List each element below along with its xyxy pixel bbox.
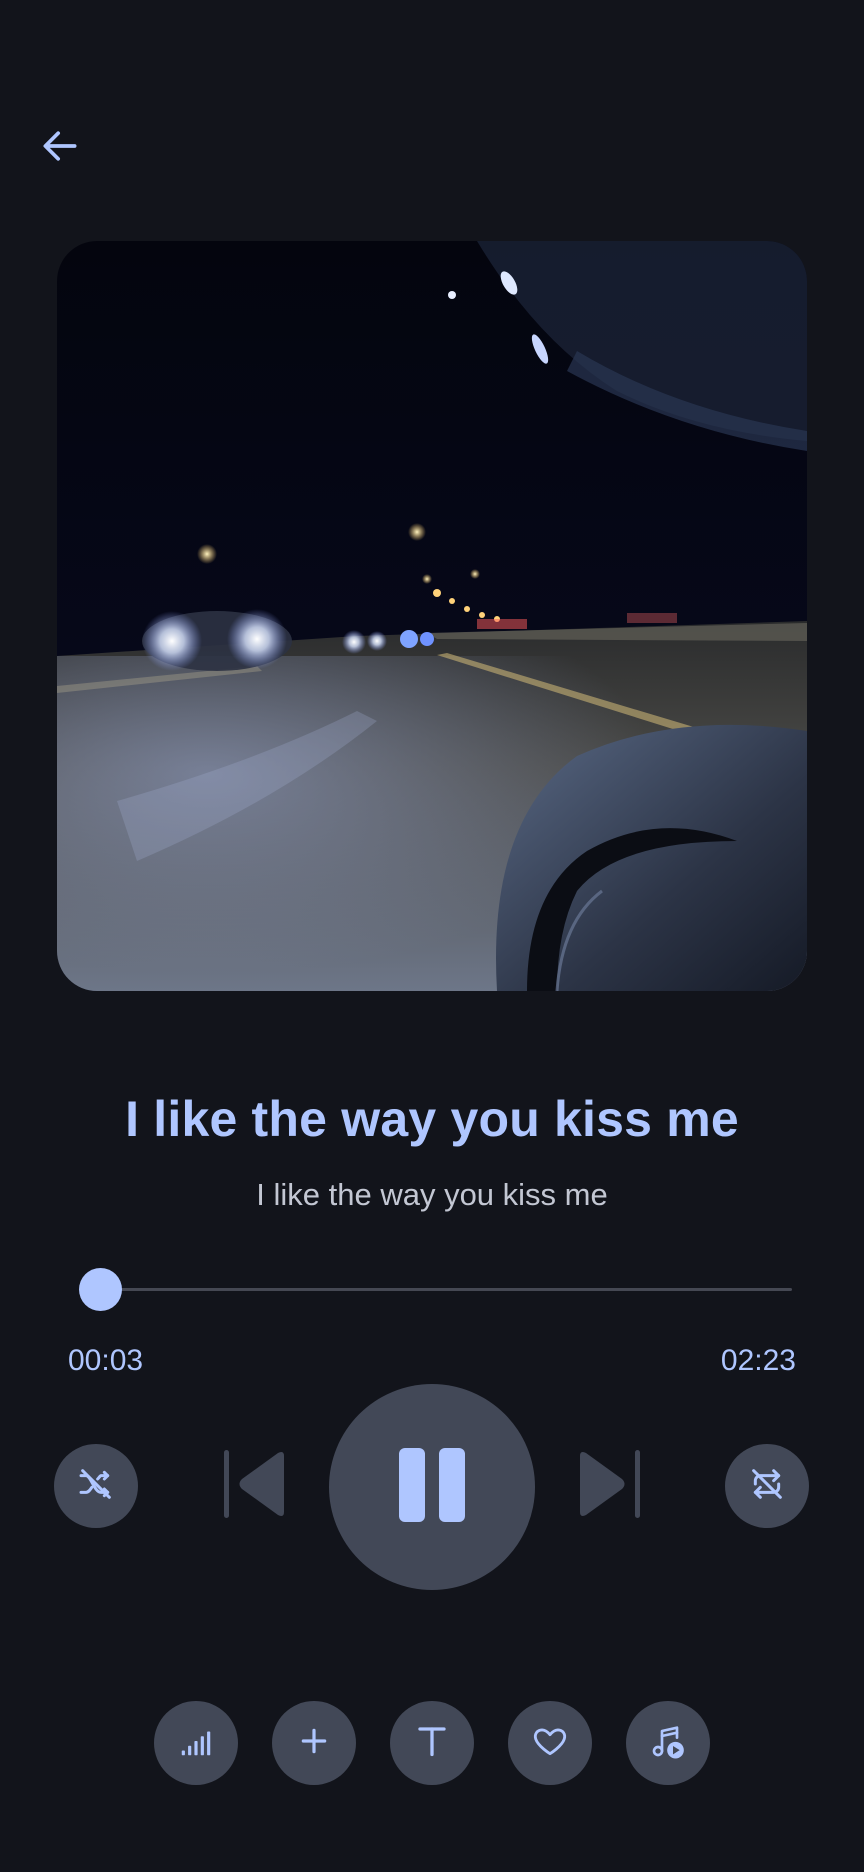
pause-icon (397, 1447, 467, 1527)
player-screen: I like the way you kiss me I like the wa… (0, 0, 864, 1872)
previous-button[interactable] (214, 1444, 298, 1528)
skip-next-icon (570, 1446, 646, 1527)
lyrics-button[interactable] (390, 1701, 474, 1785)
plus-icon (298, 1725, 330, 1762)
song-subtitle: I like the way you kiss me (256, 1177, 608, 1212)
heart-icon (531, 1722, 569, 1765)
text-icon (414, 1723, 450, 1764)
add-button[interactable] (272, 1701, 356, 1785)
elapsed-time: 00:03 (68, 1344, 144, 1377)
skip-previous-icon (218, 1446, 294, 1527)
album-artwork (57, 241, 807, 991)
repeat-off-icon (747, 1464, 787, 1509)
shuffle-off-icon (76, 1464, 116, 1509)
song-title: I like the way you kiss me (125, 1091, 739, 1147)
shuffle-button[interactable] (54, 1444, 138, 1528)
next-button[interactable] (566, 1444, 650, 1528)
progress-slider[interactable] (86, 1288, 792, 1291)
signal-bars-icon (177, 1722, 215, 1765)
arrow-left-icon (38, 124, 82, 173)
equalizer-button[interactable] (154, 1701, 238, 1785)
queue-button[interactable] (626, 1701, 710, 1785)
progress-thumb[interactable] (79, 1268, 123, 1311)
favorite-button[interactable] (508, 1701, 592, 1785)
repeat-button[interactable] (725, 1444, 809, 1528)
back-button[interactable] (28, 116, 92, 180)
music-play-icon (648, 1721, 688, 1766)
pause-button[interactable] (329, 1384, 535, 1590)
total-time: 02:23 (720, 1344, 796, 1377)
